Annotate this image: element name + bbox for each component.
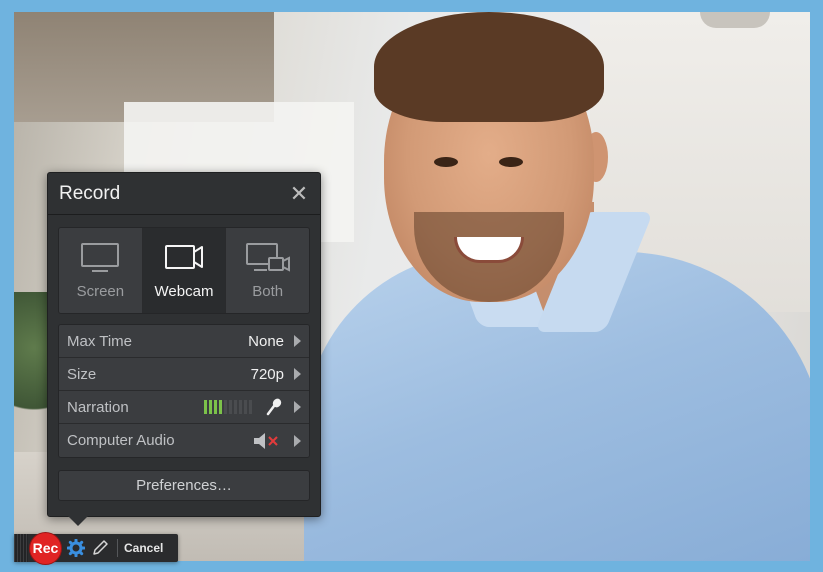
record-panel: Record ✕ Screen Webcam Both Max Time Non… xyxy=(47,172,321,526)
narration-label: Narration xyxy=(67,398,129,416)
mode-both-label: Both xyxy=(252,283,284,300)
toolbar-divider xyxy=(117,539,118,557)
mode-both-button[interactable]: Both xyxy=(226,228,309,313)
meter-bar xyxy=(209,400,212,414)
preferences-button[interactable]: Preferences… xyxy=(58,470,310,501)
subject-eye-right xyxy=(499,157,523,167)
settings-list: Max Time None Size 720p Narration Comput… xyxy=(58,324,310,458)
size-value: 720p xyxy=(250,365,284,383)
meter-bar xyxy=(244,400,247,414)
cancel-button[interactable]: Cancel xyxy=(124,541,163,555)
subject-eye-left xyxy=(434,157,458,167)
monitor-icon xyxy=(81,243,120,272)
chevron-right-icon xyxy=(294,368,301,380)
chevron-right-icon xyxy=(294,335,301,347)
webcam-subject xyxy=(294,12,810,561)
meter-bar xyxy=(249,400,252,414)
mode-screen-label: Screen xyxy=(76,283,125,300)
computer-audio-label: Computer Audio xyxy=(67,432,175,449)
meter-bar xyxy=(239,400,242,414)
meter-bar xyxy=(204,400,207,414)
speaker-muted-icon xyxy=(252,432,280,450)
capture-mode-selector: Screen Webcam Both xyxy=(58,227,310,314)
record-button[interactable]: Rec xyxy=(30,532,61,564)
meter-bar xyxy=(224,400,227,414)
subject-hair xyxy=(374,12,604,122)
mode-webcam-label: Webcam xyxy=(154,283,214,300)
meter-bar xyxy=(234,400,237,414)
meter-bar xyxy=(219,400,222,414)
panel-title: Record xyxy=(59,182,121,204)
webcam-icon xyxy=(165,245,203,269)
panel-header: Record ✕ xyxy=(48,173,320,215)
max-time-label: Max Time xyxy=(67,332,133,350)
setting-computer-audio[interactable]: Computer Audio xyxy=(59,424,309,457)
chevron-right-icon xyxy=(294,401,301,413)
narration-level-meter xyxy=(204,400,252,414)
close-icon[interactable]: ✕ xyxy=(289,182,309,204)
setting-max-time[interactable]: Max Time None xyxy=(59,325,309,358)
gear-icon[interactable] xyxy=(67,539,85,557)
chevron-right-icon xyxy=(294,434,301,447)
pencil-icon[interactable] xyxy=(91,539,109,557)
recorder-toolbar: Rec Cancel xyxy=(14,532,178,564)
monitor-webcam-icon xyxy=(245,243,290,272)
mode-webcam-button[interactable]: Webcam xyxy=(142,228,227,313)
max-time-value: None xyxy=(248,332,284,350)
mode-screen-button[interactable]: Screen xyxy=(59,228,143,313)
size-label: Size xyxy=(67,365,97,383)
setting-size[interactable]: Size 720p xyxy=(59,358,309,391)
setting-narration[interactable]: Narration xyxy=(59,391,309,424)
meter-bar xyxy=(214,400,217,414)
microphone-icon xyxy=(266,398,282,416)
drag-handle[interactable] xyxy=(14,534,28,562)
meter-bar xyxy=(229,400,232,414)
